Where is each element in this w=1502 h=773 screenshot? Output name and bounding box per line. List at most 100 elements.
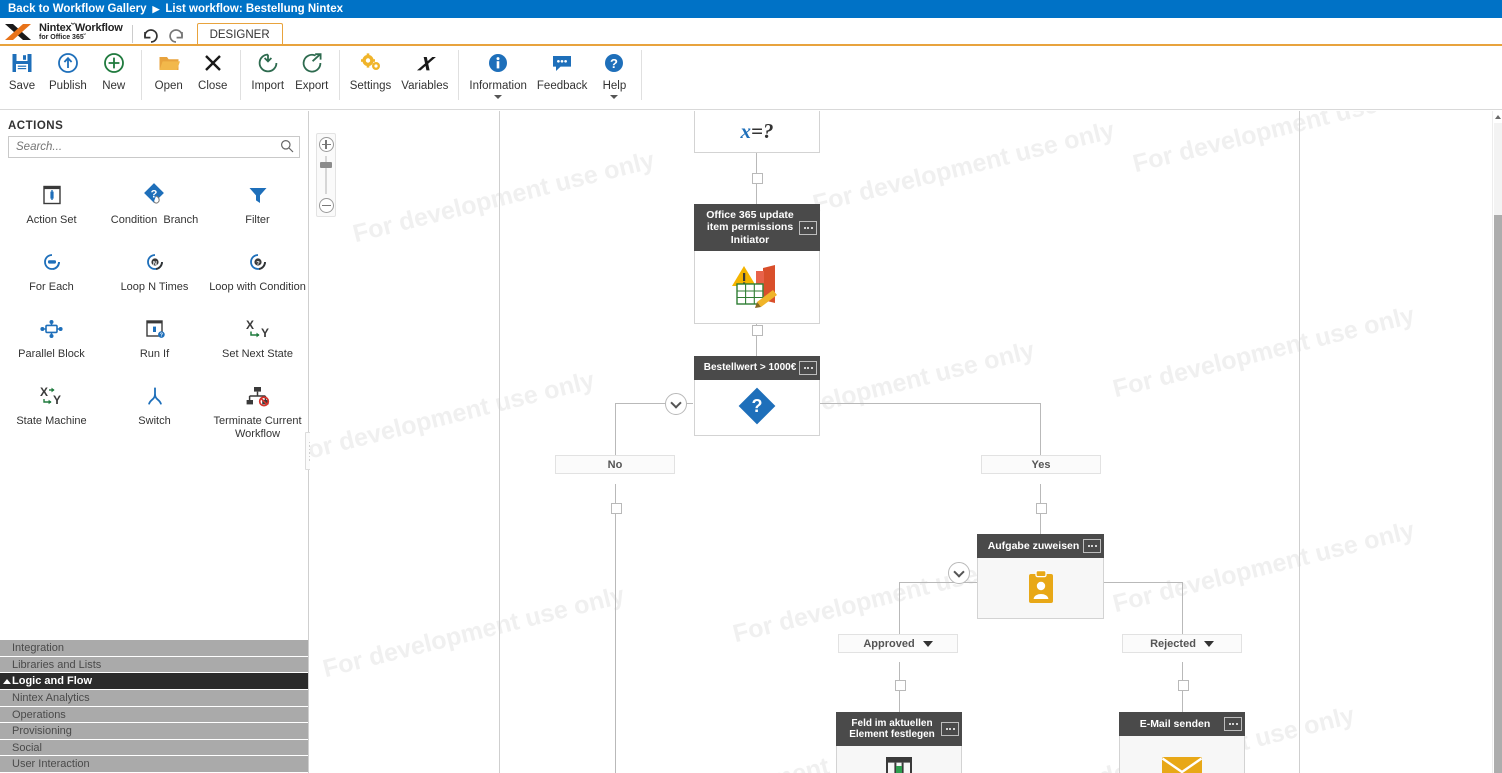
canvas-zoom-control[interactable] — [316, 133, 336, 217]
branch-label-rejected[interactable]: Rejected — [1122, 634, 1242, 653]
node-body[interactable] — [836, 746, 962, 773]
add-action-button[interactable] — [752, 325, 763, 336]
zoom-out-button[interactable] — [318, 198, 334, 213]
action-item-loop-with-condition[interactable]: ? Loop with Condition — [206, 241, 308, 308]
workflow-canvas[interactable]: For development use only For development… — [310, 111, 1492, 773]
action-item-terminate-workflow[interactable]: Terminate Current Workflow — [206, 375, 308, 442]
node-body[interactable] — [977, 558, 1104, 619]
ellipsis-icon[interactable] — [1083, 539, 1101, 553]
tab-designer[interactable]: DESIGNER — [196, 23, 283, 46]
chevron-down-icon[interactable] — [948, 562, 970, 584]
ribbon-accent-rule — [0, 44, 1502, 46]
svg-text:N: N — [153, 261, 157, 267]
chevron-down-icon[interactable] — [922, 640, 933, 647]
back-to-workflow-gallery-link[interactable]: Back to Workflow Gallery — [8, 3, 146, 15]
information-button[interactable]: Information — [464, 48, 532, 106]
ellipsis-icon[interactable] — [799, 220, 817, 235]
workflow-node-variables[interactable]: x=? — [694, 111, 820, 153]
zoom-slider-handle[interactable] — [320, 162, 333, 168]
zoom-in-button[interactable] — [318, 137, 334, 152]
zoom-slider-track[interactable] — [320, 156, 333, 194]
ellipsis-icon[interactable] — [941, 722, 959, 736]
workflow-node-assign-task[interactable]: Aufgabe zuweisen — [977, 534, 1104, 619]
node-header[interactable]: Feld im aktuellen Element festlegen — [836, 712, 962, 746]
search-icon[interactable] — [280, 139, 294, 156]
category-provisioning[interactable]: Provisioning — [0, 723, 308, 740]
undo-icon[interactable] — [142, 28, 159, 44]
category-libraries-and-lists[interactable]: Libraries and Lists — [0, 656, 308, 674]
node-body[interactable]: ? — [694, 380, 820, 436]
export-button[interactable]: Export — [290, 48, 334, 106]
redo-icon[interactable] — [168, 28, 185, 44]
branch-label-text: Approved — [863, 637, 915, 650]
node-header[interactable]: E-Mail senden — [1119, 712, 1245, 736]
feedback-button[interactable]: Feedback — [532, 48, 593, 106]
open-button[interactable]: Open — [147, 48, 191, 106]
help-label: Help — [602, 80, 627, 92]
close-icon — [202, 48, 224, 78]
search-box[interactable] — [8, 136, 300, 158]
action-item-filter[interactable]: Filter — [206, 174, 308, 241]
category-logic-and-flow[interactable]: Logic and Flow — [0, 673, 308, 691]
action-item-action-set[interactable]: Action Set — [0, 174, 103, 241]
workflow-node-set-field[interactable]: Feld im aktuellen Element festlegen — [836, 712, 962, 773]
workflow-node-send-email[interactable]: E-Mail senden — [1119, 712, 1245, 773]
variables-button[interactable]: 𝑥 Variables — [396, 48, 453, 106]
node-body[interactable] — [694, 251, 820, 324]
action-item-state-machine[interactable]: XY State Machine — [0, 375, 103, 442]
node-body[interactable] — [1119, 736, 1245, 773]
import-icon — [257, 48, 279, 78]
chevron-down-icon[interactable] — [494, 95, 503, 99]
ellipsis-icon[interactable] — [1224, 717, 1242, 731]
node-header[interactable]: Aufgabe zuweisen — [977, 534, 1104, 558]
publish-button[interactable]: Publish — [44, 48, 92, 106]
canvas-vertical-scrollbar[interactable] — [1492, 111, 1502, 773]
category-integration[interactable]: Integration — [0, 640, 308, 657]
action-item-parallel-block[interactable]: Parallel Block — [0, 308, 103, 375]
workflow-node-office365-permissions[interactable]: Office 365 update item permissions Initi… — [694, 204, 820, 324]
branch-label-approved[interactable]: Approved — [838, 634, 958, 653]
category-social[interactable]: Social — [0, 739, 308, 757]
import-button[interactable]: Import — [246, 48, 290, 106]
scrollbar-track[interactable] — [1494, 215, 1502, 773]
scrollbar-thumb[interactable] — [1494, 123, 1502, 215]
branch-label-no[interactable]: No — [555, 455, 675, 474]
category-nintex-analytics[interactable]: Nintex Analytics — [0, 690, 308, 707]
workflow-node-condition[interactable]: Bestellwert > 1000€ ? — [694, 356, 820, 436]
chevron-down-icon[interactable] — [665, 393, 687, 415]
add-action-button[interactable] — [1036, 503, 1047, 514]
action-item-set-next-state[interactable]: XY Set Next State — [206, 308, 308, 375]
add-action-button[interactable] — [611, 503, 622, 514]
settings-button[interactable]: Settings — [345, 48, 397, 106]
action-item-for-each[interactable]: For Each — [0, 241, 103, 308]
new-button[interactable]: New — [92, 48, 136, 106]
action-item-label: Switch — [138, 415, 171, 427]
search-input[interactable] — [14, 140, 280, 154]
close-button[interactable]: Close — [191, 48, 235, 106]
add-action-button[interactable] — [895, 680, 906, 691]
add-action-button[interactable] — [752, 173, 763, 184]
save-button[interactable]: Save — [0, 48, 44, 106]
close-label: Close — [198, 80, 228, 92]
add-action-button[interactable] — [1178, 680, 1189, 691]
category-operations[interactable]: Operations — [0, 706, 308, 724]
action-item-switch[interactable]: Switch — [103, 375, 206, 442]
action-item-loop-n-times[interactable]: N Loop N Times — [103, 241, 206, 308]
action-item-run-if[interactable]: ? Run If — [103, 308, 206, 375]
node-title: Bestellwert > 1000€ — [703, 362, 797, 374]
chevron-down-icon[interactable] — [610, 95, 619, 99]
branch-label-yes[interactable]: Yes — [981, 455, 1101, 474]
connector-assign-left — [899, 582, 977, 583]
node-header[interactable]: Bestellwert > 1000€ — [694, 356, 820, 380]
scroll-up-arrow-icon[interactable] — [1495, 115, 1501, 119]
action-item-condition-branch[interactable]: ? Condition Branch — [103, 174, 206, 241]
category-user-interaction[interactable]: User Interaction — [0, 756, 308, 773]
loop-with-condition-icon: ? — [246, 247, 270, 277]
node-body[interactable]: x=? — [694, 111, 820, 153]
breadcrumb-workflow-title: List workflow: Bestellung Nintex — [165, 3, 344, 15]
import-label: Import — [251, 80, 285, 92]
help-button[interactable]: ? Help — [592, 48, 636, 106]
ellipsis-icon[interactable] — [799, 361, 817, 375]
node-header[interactable]: Office 365 update item permissions Initi… — [694, 204, 820, 251]
chevron-down-icon[interactable] — [1203, 640, 1214, 647]
